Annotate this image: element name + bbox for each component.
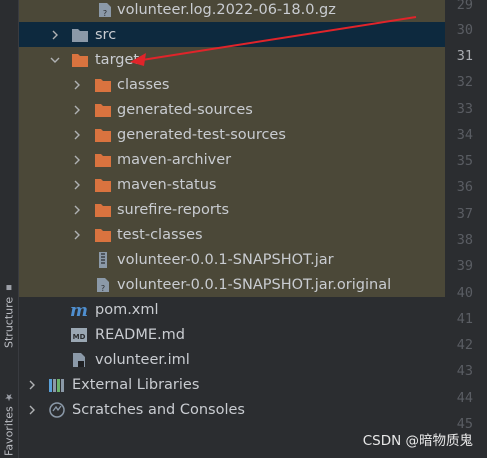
tree-row-label: maven-status — [117, 176, 217, 193]
structure-tab-label: Structure — [2, 296, 16, 348]
chevron-right-icon[interactable] — [71, 204, 83, 216]
svg-text:?: ? — [101, 284, 105, 293]
tree-row-surefire-reports[interactable]: surefire-reports — [19, 197, 445, 222]
tree-row-label: src — [95, 26, 117, 43]
folder-orange-icon — [71, 52, 89, 68]
favorites-tab[interactable]: Favorites ★ — [0, 372, 18, 456]
tree-row-snapshot-jar[interactable]: volunteer-0.0.1-SNAPSHOT.jar — [19, 247, 445, 272]
line-number: 42 — [456, 337, 473, 353]
tree-row-readme[interactable]: MD README.md — [19, 322, 445, 347]
chevron-right-icon[interactable] — [71, 229, 83, 241]
folder-orange-icon — [94, 102, 112, 118]
tree-row-scratches[interactable]: Scratches and Consoles — [19, 397, 445, 422]
line-number: 34 — [456, 127, 473, 143]
tree-row-label: pom.xml — [95, 301, 159, 318]
folder-orange-icon — [94, 177, 112, 193]
tree-row-external-libraries[interactable]: External Libraries — [19, 372, 445, 397]
tool-window-strip: Structure ▪ Favorites ★ — [0, 0, 19, 458]
chevron-down-icon[interactable] — [49, 54, 61, 66]
star-icon: ★ — [3, 391, 15, 403]
line-number: 40 — [456, 285, 473, 301]
chevron-right-icon[interactable] — [26, 404, 38, 416]
tree-row-label: test-classes — [117, 226, 203, 243]
chevron-right-icon[interactable] — [71, 104, 83, 116]
tree-row-target[interactable]: target — [19, 47, 445, 72]
unknown-file-icon: ? — [96, 2, 114, 18]
svg-text:?: ? — [103, 9, 107, 18]
editor-gutter: 29 30 31 32 33 34 35 36 37 38 39 40 41 4… — [445, 0, 487, 458]
tree-row-maven-archiver[interactable]: maven-archiver — [19, 147, 445, 172]
line-number: 39 — [456, 258, 473, 274]
folder-orange-icon — [94, 152, 112, 168]
line-number: 32 — [456, 74, 473, 90]
line-number: 38 — [456, 232, 473, 248]
scratches-icon — [48, 401, 66, 418]
favorites-tab-label: Favorites — [2, 406, 16, 456]
structure-tab[interactable]: Structure ▪ — [0, 268, 18, 348]
tree-row-label: surefire-reports — [117, 201, 230, 218]
line-number: 44 — [456, 390, 473, 406]
folder-orange-icon — [94, 202, 112, 218]
tree-row-log-file[interactable]: ? volunteer.log.2022-06-18.0.gz — [19, 0, 445, 22]
csdn-watermark: CSDN @暗物质鬼 — [362, 433, 473, 449]
tree-row-label: volunteer.iml — [95, 351, 190, 368]
line-number: 29 — [456, 0, 473, 13]
tree-row-maven-status[interactable]: maven-status — [19, 172, 445, 197]
library-bars-icon — [48, 377, 66, 393]
module-file-icon — [70, 352, 88, 368]
markdown-file-icon: MD — [70, 327, 88, 343]
chevron-right-icon[interactable] — [71, 154, 83, 166]
tree-row-label: volunteer-0.0.1-SNAPSHOT.jar — [117, 251, 334, 268]
line-number: 37 — [456, 206, 473, 222]
jar-archive-icon — [94, 251, 112, 268]
tree-row-label: maven-archiver — [117, 151, 232, 168]
maven-m-icon: m — [70, 302, 88, 318]
line-number: 30 — [456, 22, 473, 38]
line-number: 36 — [456, 179, 473, 195]
tree-row-label: classes — [117, 76, 170, 93]
project-tree: ? volunteer.log.2022-06-18.0.gz src targ… — [19, 0, 445, 458]
tree-row-classes[interactable]: classes — [19, 72, 445, 97]
chevron-right-icon[interactable] — [26, 379, 38, 391]
folder-gray-icon — [71, 27, 89, 43]
tree-row-generated-sources[interactable]: generated-sources — [19, 97, 445, 122]
tree-row-test-classes[interactable]: test-classes — [19, 222, 445, 247]
tree-row-label: Scratches and Consoles — [72, 401, 245, 418]
svg-text:m: m — [70, 302, 88, 318]
tree-row-label: volunteer-0.0.1-SNAPSHOT.jar.original — [117, 276, 392, 293]
tree-row-src[interactable]: src — [19, 22, 445, 47]
chevron-right-icon[interactable] — [71, 79, 83, 91]
line-number: 35 — [456, 153, 473, 169]
tree-row-generated-test-sources[interactable]: generated-test-sources — [19, 122, 445, 147]
line-number: 33 — [456, 101, 473, 117]
chevron-right-icon[interactable] — [71, 179, 83, 191]
tree-row-label: README.md — [95, 326, 185, 343]
chevron-right-icon[interactable] — [49, 29, 61, 41]
structure-icon: ▪ — [3, 281, 15, 293]
folder-orange-icon — [94, 77, 112, 93]
tree-row-pom-xml[interactable]: m pom.xml — [19, 297, 445, 322]
tree-row-snapshot-jar-original[interactable]: ? volunteer-0.0.1-SNAPSHOT.jar.original — [19, 272, 445, 297]
tree-row-iml[interactable]: volunteer.iml — [19, 347, 445, 372]
folder-orange-icon — [94, 227, 112, 243]
chevron-right-icon[interactable] — [71, 129, 83, 141]
unknown-file-icon: ? — [94, 277, 112, 293]
tree-row-label: External Libraries — [72, 376, 200, 393]
svg-text:MD: MD — [73, 333, 86, 341]
tree-row-label: generated-test-sources — [117, 126, 286, 143]
line-number-current: 31 — [456, 48, 473, 64]
tree-row-label: generated-sources — [117, 101, 253, 118]
line-number: 43 — [456, 363, 473, 379]
tree-row-label: volunteer.log.2022-06-18.0.gz — [117, 1, 336, 18]
tree-row-label: target — [95, 51, 140, 68]
line-number: 41 — [456, 311, 473, 327]
folder-orange-icon — [94, 127, 112, 143]
